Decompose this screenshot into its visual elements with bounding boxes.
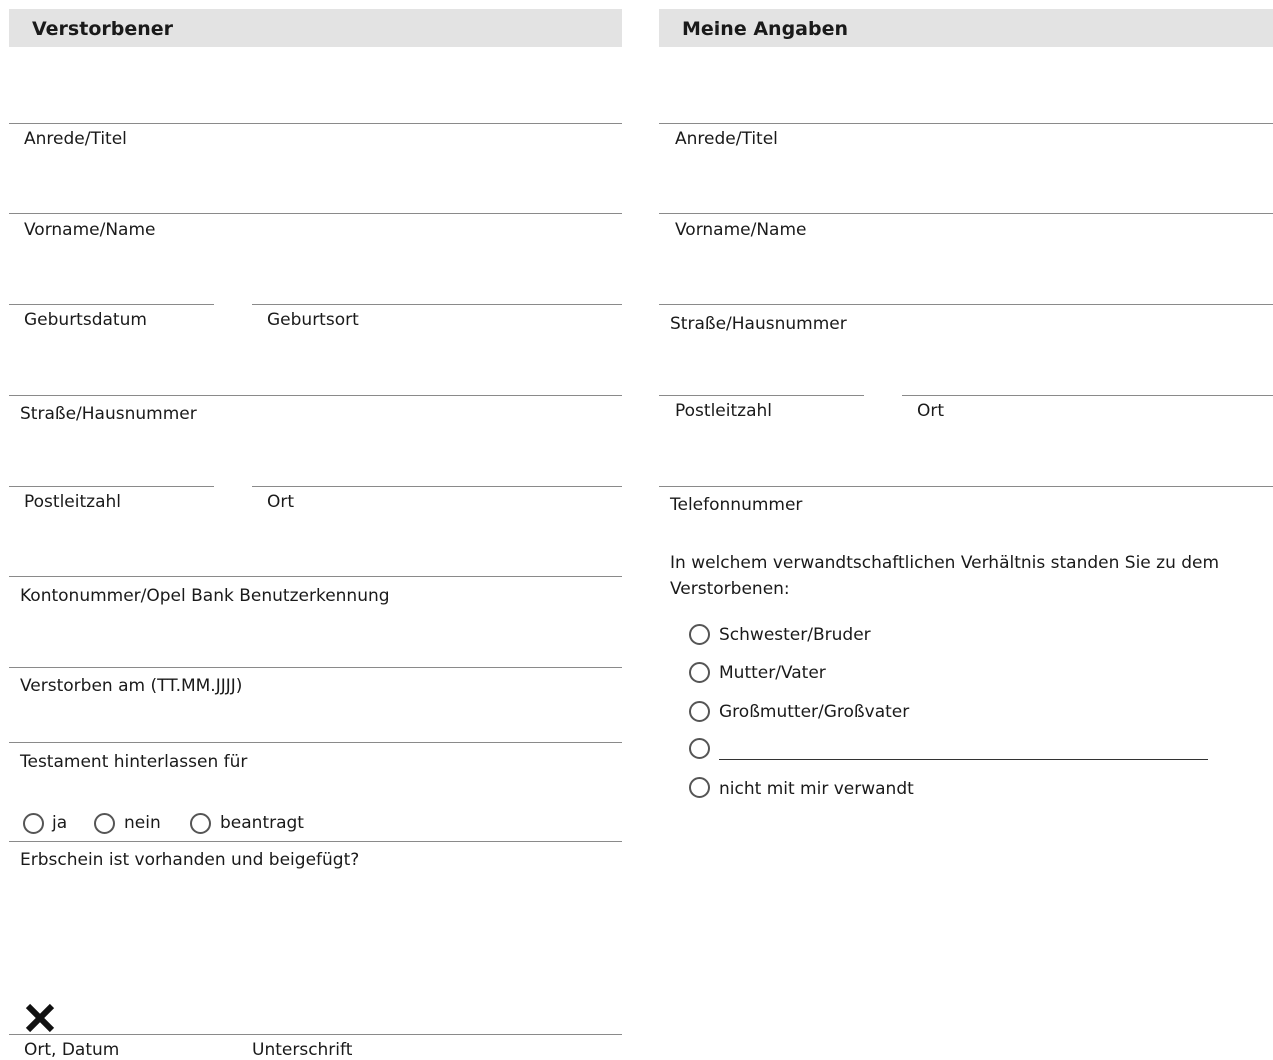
label-ort: Ort: [917, 401, 945, 421]
label-nicht-verwandt: nicht mit mir verwandt: [719, 779, 914, 799]
field-line: [9, 576, 622, 577]
field-line: [9, 395, 622, 396]
label-testament-ja: ja: [52, 813, 68, 833]
label-vorname: Vorname/Name: [24, 220, 156, 240]
label-plz: Postleitzahl: [675, 401, 772, 421]
label-anrede: Anrede/Titel: [675, 129, 778, 149]
label-plz: Postleitzahl: [24, 492, 121, 512]
radio-grossmutter-grossvater[interactable]: [689, 701, 710, 722]
label-ort-datum: Ort, Datum: [24, 1040, 120, 1060]
field-line: [9, 667, 622, 668]
label-strasse: Straße/Hausnummer: [670, 314, 847, 334]
field-line: [9, 213, 622, 214]
field-line: [252, 304, 622, 305]
field-line: [659, 486, 1273, 487]
label-vorname: Vorname/Name: [675, 220, 807, 240]
signature-line: [9, 1034, 622, 1035]
section-header-verstorbener: Verstorbener: [9, 9, 622, 47]
label-ort: Ort: [267, 492, 295, 512]
other-relationship-input[interactable]: [719, 738, 1212, 760]
field-line: [659, 213, 1273, 214]
label-mutter-vater: Mutter/Vater: [719, 663, 826, 683]
radio-nicht-verwandt[interactable]: [689, 777, 710, 798]
label-schwester-bruder: Schwester/Bruder: [719, 625, 871, 645]
radio-schwester-bruder[interactable]: [689, 624, 710, 645]
field-line: [9, 304, 214, 305]
label-anrede: Anrede/Titel: [24, 129, 127, 149]
field-line: [659, 123, 1273, 124]
section-header-meine-angaben: Meine Angaben: [659, 9, 1273, 47]
label-testament-nein: nein: [124, 813, 161, 833]
label-testament: Testament hinterlassen für: [20, 752, 248, 772]
field-line: [9, 742, 622, 743]
label-geburtsdatum: Geburtsdatum: [24, 310, 147, 330]
radio-testament-beantragt[interactable]: [190, 813, 211, 834]
label-geburtsort: Geburtsort: [267, 310, 359, 330]
label-testament-beantragt: beantragt: [220, 813, 304, 833]
label-kontonummer: Kontonummer/Opel Bank Benutzerkennung: [20, 586, 390, 606]
field-line: [9, 486, 214, 487]
label-unterschrift: Unterschrift: [252, 1040, 353, 1060]
radio-testament-nein[interactable]: [94, 813, 115, 834]
relationship-question-cont: Verstorbenen:: [670, 579, 790, 599]
field-line: [252, 486, 622, 487]
relationship-question: In welchem verwandtschaftlichen Verhältn…: [670, 553, 1220, 573]
field-line: [9, 123, 622, 124]
label-grossmutter-grossvater: Großmutter/Großvater: [719, 702, 910, 722]
radio-testament-ja[interactable]: [23, 813, 44, 834]
radio-mutter-vater[interactable]: [689, 662, 710, 683]
label-erbschein: Erbschein ist vorhanden und beigefügt?: [20, 850, 360, 870]
field-line: [659, 304, 1273, 305]
radio-other-relationship[interactable]: [689, 738, 710, 759]
label-telefon: Telefonnummer: [670, 495, 803, 515]
label-verstorben-am: Verstorben am (TT.MM.JJJJ): [20, 676, 243, 696]
other-relationship-line: [719, 759, 1208, 760]
signature-x-icon: [25, 1003, 55, 1033]
field-line: [659, 395, 864, 396]
field-line: [902, 395, 1273, 396]
label-strasse: Straße/Hausnummer: [20, 404, 197, 424]
field-line: [9, 841, 622, 842]
